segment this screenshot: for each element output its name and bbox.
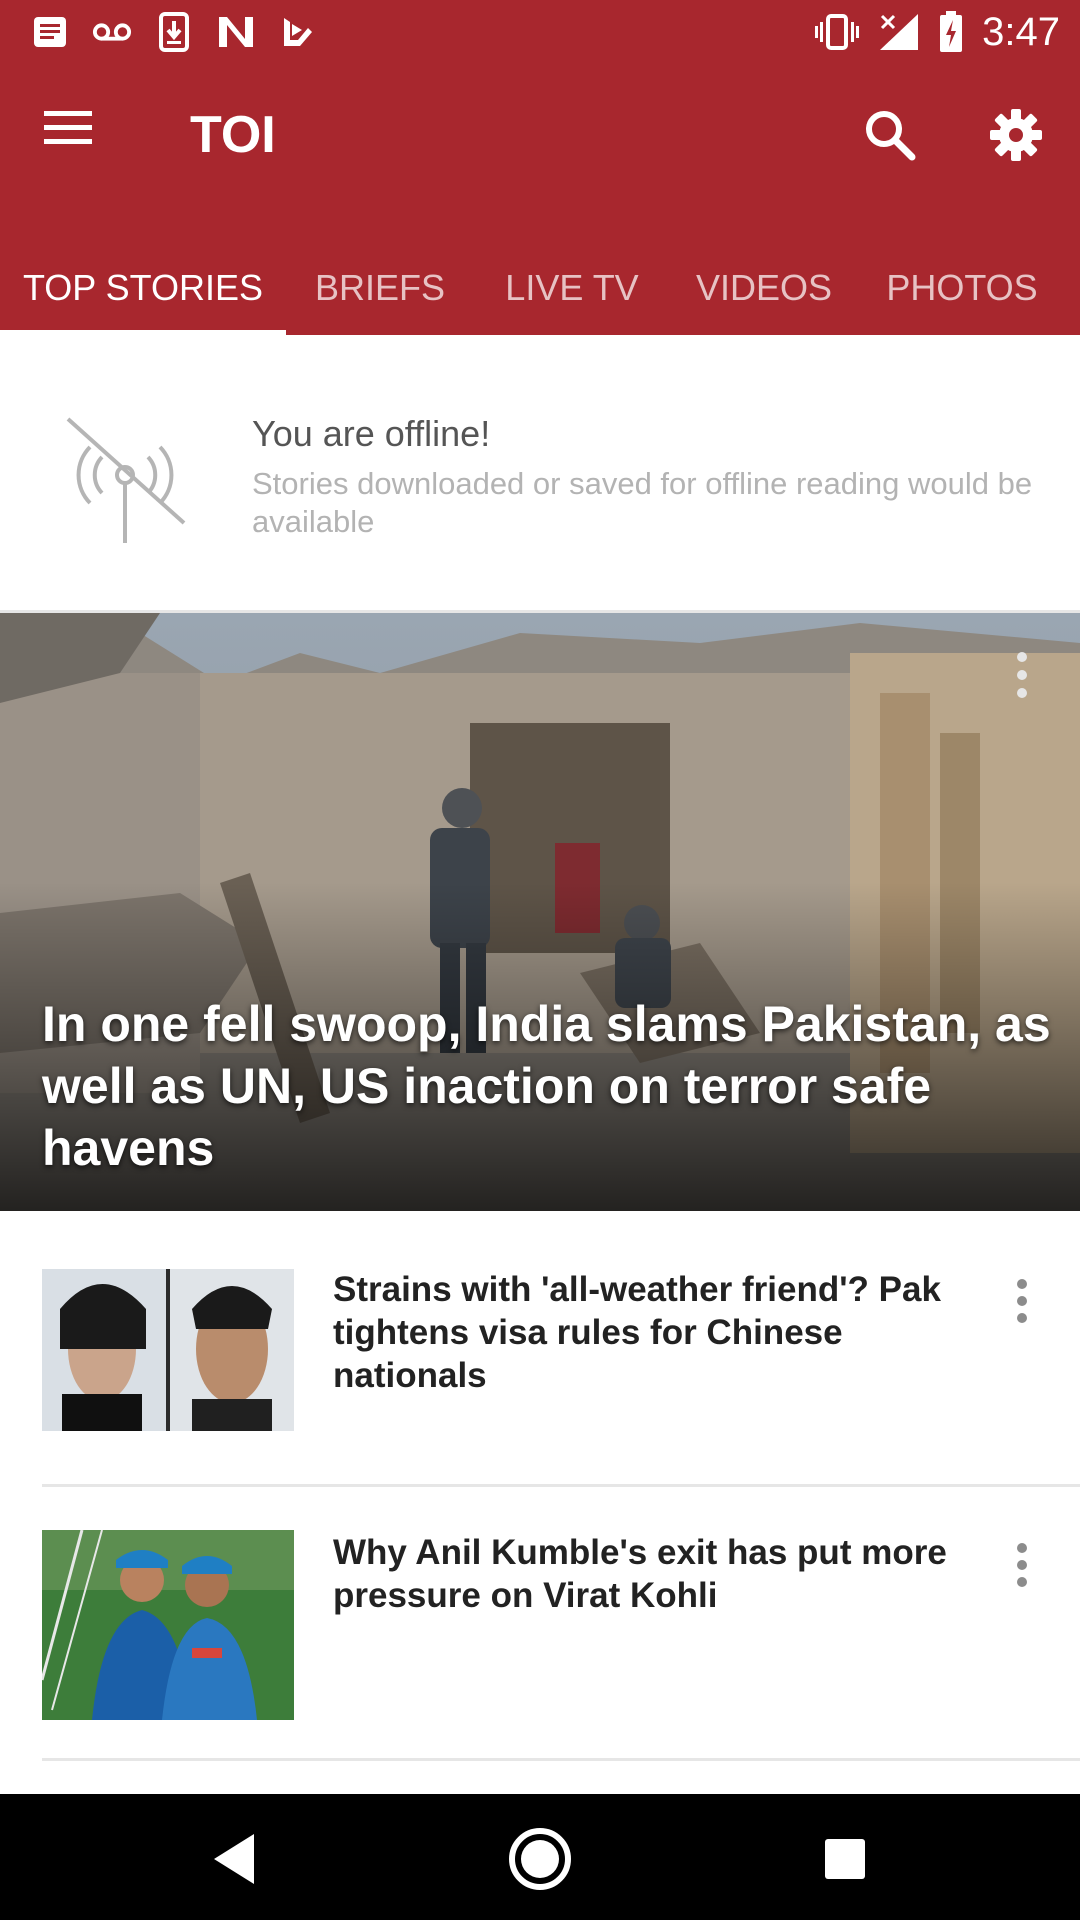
offline-banner: You are offline! Stories downloaded or s… <box>0 335 1080 612</box>
divider <box>42 1758 1080 1761</box>
play-store-icon <box>278 12 318 52</box>
no-signal-icon <box>880 14 919 50</box>
search-button[interactable] <box>862 107 918 163</box>
tab-top-stories[interactable]: TOP STORIES <box>0 243 286 335</box>
app-title: TOI <box>190 106 276 164</box>
hero-more-options-button[interactable] <box>1000 643 1044 713</box>
offline-message: Stories downloaded or saved for offline … <box>252 466 1033 539</box>
battery-charging-icon <box>940 11 963 52</box>
story-more-options-button[interactable] <box>1000 1535 1044 1595</box>
list-item[interactable]: Why Anil Kumble's exit has put more pres… <box>0 1487 1080 1759</box>
story-more-options-button[interactable] <box>1000 1271 1044 1331</box>
hero-story[interactable]: In one fell swoop, India slams Pakistan,… <box>0 613 1080 1211</box>
system-status: 3:47 <box>814 8 1060 56</box>
status-bar: 3:47 <box>0 0 1080 63</box>
tab-photos[interactable]: PHOTOS <box>870 243 1054 335</box>
recents-icon <box>825 1839 865 1879</box>
tab-briefs[interactable]: BRIEFS <box>290 243 470 335</box>
story-title[interactable]: Strains with 'all-weather friend'? Pak t… <box>333 1268 973 1397</box>
download-icon <box>154 12 194 52</box>
more-vert-icon <box>1017 1543 1027 1587</box>
back-button[interactable] <box>200 1824 270 1894</box>
hero-headline[interactable]: In one fell swoop, India slams Pakistan,… <box>42 993 1052 1179</box>
recents-button[interactable] <box>810 1824 880 1894</box>
home-button[interactable] <box>505 1824 575 1894</box>
no-connection-icon <box>66 417 186 543</box>
clock: 3:47 <box>982 10 1060 54</box>
more-vert-icon <box>1017 652 1027 698</box>
n-app-icon <box>216 12 256 52</box>
tab-videos[interactable]: VIDEOS <box>676 243 852 335</box>
menu-button[interactable] <box>40 107 106 157</box>
search-icon <box>866 111 916 161</box>
more-vert-icon <box>1017 1279 1027 1323</box>
back-icon <box>214 1834 254 1884</box>
settings-button[interactable] <box>988 107 1044 163</box>
navigation-bar <box>0 1794 1080 1920</box>
messages-icon <box>30 12 70 52</box>
voicemail-icon <box>92 12 132 52</box>
tab-bar: TOP STORIES BRIEFS LIVE TV VIDEOS PHOTOS <box>0 243 1080 335</box>
offline-title: You are offline! <box>252 413 491 454</box>
story-thumbnail <box>42 1269 294 1431</box>
story-thumbnail <box>42 1530 294 1720</box>
hamburger-icon <box>44 111 92 144</box>
vibrate-icon <box>815 14 860 50</box>
gear-icon <box>990 109 1042 161</box>
app-bar: TOI TOP STORIES BRIEFS LIVE TV VIDEOS PH… <box>0 63 1080 336</box>
list-item[interactable]: Strains with 'all-weather friend'? Pak t… <box>0 1211 1080 1486</box>
tab-live-tv[interactable]: LIVE TV <box>480 243 664 335</box>
home-icon <box>509 1828 571 1890</box>
story-title[interactable]: Why Anil Kumble's exit has put more pres… <box>333 1531 973 1617</box>
notification-icons <box>30 12 318 52</box>
